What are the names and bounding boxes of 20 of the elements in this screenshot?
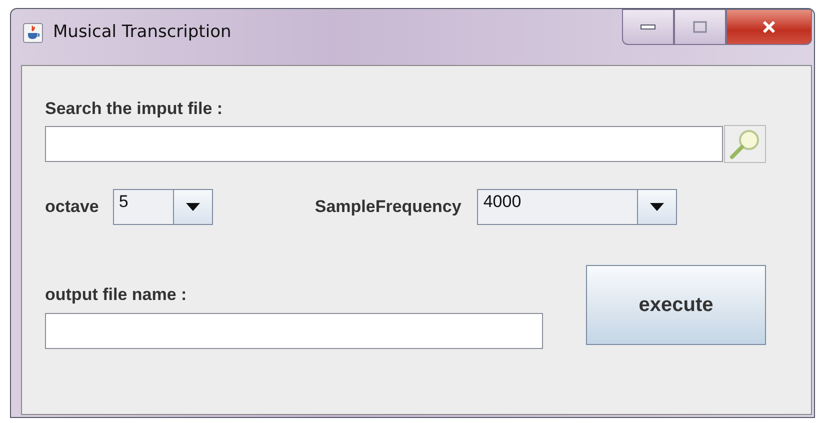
- sample-frequency-label: SampleFrequency: [314, 197, 462, 217]
- sample-frequency-dropdown[interactable]: 4000: [477, 189, 678, 225]
- minimize-button[interactable]: [622, 9, 674, 45]
- minimize-icon: [640, 23, 656, 31]
- dropdown-arrow-icon: [650, 203, 664, 211]
- maximize-button[interactable]: [674, 9, 726, 45]
- input-file-field[interactable]: [45, 126, 723, 162]
- octave-dropdown[interactable]: 5: [112, 189, 213, 225]
- output-file-field[interactable]: [45, 313, 543, 349]
- close-icon: [761, 20, 777, 34]
- maximize-icon: [693, 21, 707, 33]
- window-title: Musical Transcription: [53, 22, 232, 42]
- octave-label: octave: [45, 197, 99, 217]
- close-button[interactable]: [726, 9, 812, 45]
- field-label: Search the imput file :: [45, 99, 224, 119]
- coffee-cup-icon: [23, 23, 43, 43]
- search-button[interactable]: [724, 125, 766, 163]
- field-label: output file name :: [45, 285, 188, 305]
- execute-button[interactable]: execute: [586, 265, 766, 345]
- dropdown-arrow-icon: [186, 203, 200, 211]
